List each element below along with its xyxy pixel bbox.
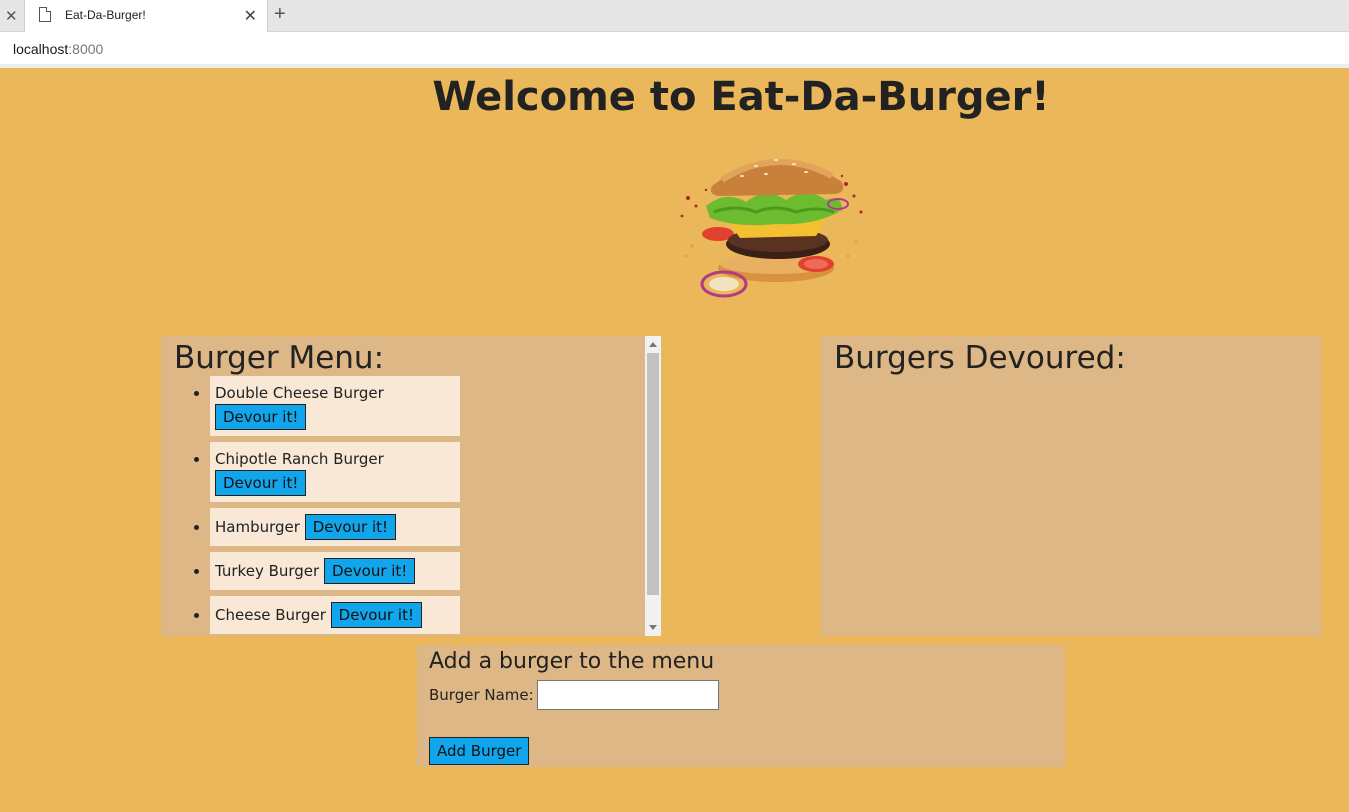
devour-button[interactable]: Devour it!	[323, 558, 416, 584]
menu-item: Chipotle Ranch Burger Devour it!	[210, 442, 460, 502]
new-tab-icon[interactable]: +	[274, 3, 286, 26]
browser-tab-bar: ✕ Eat-Da-Burger! ✕ +	[0, 0, 1349, 32]
browser-tab[interactable]: Eat-Da-Burger! ✕	[24, 0, 268, 32]
menu-item: Double Cheese Burger Devour it!	[210, 376, 460, 436]
burger-menu-panel: Burger Menu: Double Cheese Burger Devour…	[161, 336, 661, 636]
burgers-devoured-heading: Burgers Devoured:	[834, 340, 1126, 376]
list-item: Chipotle Ranch Burger Devour it!	[210, 442, 645, 502]
devour-button[interactable]: Devour it!	[304, 514, 397, 540]
burger-name: Cheese Burger	[215, 606, 326, 624]
url-port: :8000	[68, 41, 104, 57]
burger-name: Turkey Burger	[215, 562, 320, 580]
burger-menu-scroll-area: Burger Menu: Double Cheese Burger Devour…	[161, 336, 645, 636]
burger-name: Double Cheese Burger	[215, 384, 384, 402]
list-item: Turkey Burger Devour it!	[210, 552, 645, 590]
burgers-devoured-panel: Burgers Devoured:	[821, 336, 1321, 636]
burger-name-row: Burger Name:	[429, 680, 1053, 710]
devour-button[interactable]: Devour it!	[215, 404, 307, 430]
close-icon[interactable]: ✕	[5, 7, 18, 25]
devour-button[interactable]: Devour it!	[215, 470, 307, 496]
url-host: localhost	[13, 41, 69, 57]
scroll-down-icon[interactable]	[649, 625, 657, 630]
menu-item: Cheese Burger Devour it!	[210, 596, 460, 634]
page-title: Welcome to Eat-Da-Burger!	[432, 74, 1050, 120]
scrollbar-thumb[interactable]	[647, 353, 659, 595]
menu-item: Hamburger Devour it!	[210, 508, 460, 546]
burger-name-input[interactable]	[536, 680, 719, 710]
page-icon	[39, 7, 51, 22]
burger-name: Hamburger	[215, 518, 300, 536]
add-burger-form: Add a burger to the menu Burger Name: Ad…	[417, 645, 1065, 767]
burger-menu-heading: Burger Menu:	[174, 340, 385, 376]
burger-image	[680, 159, 863, 298]
list-item: Cheese Burger Devour it!	[210, 596, 645, 634]
burger-name-label: Burger Name:	[429, 686, 534, 704]
burger-name: Chipotle Ranch Burger	[215, 450, 384, 468]
list-item: Double Cheese Burger Devour it!	[210, 376, 645, 436]
add-burger-button[interactable]: Add Burger	[429, 737, 530, 765]
devour-button[interactable]: Devour it!	[330, 602, 422, 628]
tab-title: Eat-Da-Burger!	[65, 8, 146, 22]
burger-menu-list: Double Cheese Burger Devour it! Chipotle…	[161, 376, 645, 634]
add-burger-heading: Add a burger to the menu	[429, 649, 715, 674]
url-text[interactable]: localhost:8000	[13, 41, 103, 57]
address-bar[interactable]: localhost:8000	[0, 32, 1349, 68]
scroll-up-icon[interactable]	[649, 342, 657, 347]
menu-item: Turkey Burger Devour it!	[210, 552, 460, 590]
menu-scrollbar[interactable]	[645, 336, 661, 636]
list-item: Hamburger Devour it!	[210, 508, 645, 546]
close-tab-icon[interactable]: ✕	[244, 6, 257, 25]
